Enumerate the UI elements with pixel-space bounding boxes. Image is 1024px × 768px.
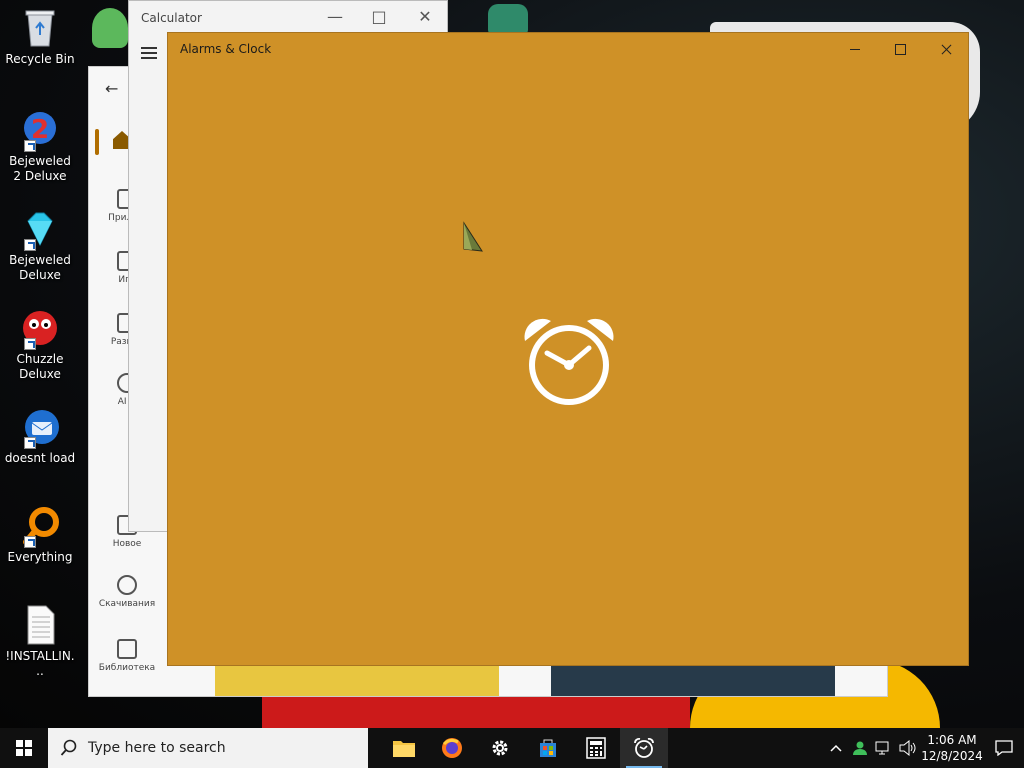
- calculator-icon: [586, 737, 606, 759]
- calculator-title: Calculator: [141, 11, 202, 25]
- recycle-bin-icon: [18, 6, 62, 50]
- store-nav-label: Новое: [112, 539, 142, 549]
- desktop-icon-label: Bejeweled Deluxe: [9, 253, 71, 282]
- taskbar-alarms-clock[interactable]: [620, 728, 668, 768]
- store-nav-label: Скачивания: [98, 599, 156, 609]
- bejeweled-2-icon: 2: [18, 108, 62, 152]
- desktop-art-character: [488, 4, 528, 34]
- desktop-icon-recycle-bin[interactable]: Recycle Bin: [4, 6, 76, 67]
- file-explorer-icon: [393, 741, 415, 757]
- speaker-icon: [899, 740, 916, 756]
- show-hidden-icons-button[interactable]: [824, 728, 848, 768]
- desktop-icon-label: Chuzzle Deluxe: [16, 352, 64, 381]
- desktop-icon-installing[interactable]: !INSTALLIN...: [4, 603, 76, 679]
- search-icon: [60, 739, 77, 756]
- desktop-icon-bejeweled-2[interactable]: 2 Bejeweled 2 Deluxe: [4, 108, 76, 184]
- taskbar-calculator[interactable]: [572, 728, 620, 768]
- taskbar: Type here to search 1:06 AM 12/8/2024: [0, 728, 1024, 768]
- store-nav-selected-indicator: [95, 129, 99, 155]
- volume-button[interactable]: [896, 728, 920, 768]
- desktop-icon-label: Bejeweled 2 Deluxe: [9, 154, 71, 183]
- calculator-close-button[interactable]: ✕: [405, 7, 445, 26]
- taskbar-file-explorer[interactable]: [380, 728, 428, 768]
- everything-search-icon: [18, 504, 62, 548]
- shortcut-arrow-icon: [24, 239, 36, 251]
- bejeweled-gem-icon: [18, 207, 62, 251]
- desktop-icon-label: Everything: [7, 550, 73, 564]
- taskbar-settings[interactable]: [476, 728, 524, 768]
- desktop-icon-everything[interactable]: Everything: [4, 504, 76, 565]
- desktop-icon-bejeweled[interactable]: Bejeweled Deluxe: [4, 207, 76, 283]
- hamburger-menu-icon[interactable]: [141, 47, 157, 59]
- tray-user-app-button[interactable]: [848, 728, 872, 768]
- alarms-clock-icon: [634, 738, 654, 758]
- search-placeholder: Type here to search: [88, 740, 226, 756]
- store-banner-right: [551, 664, 835, 696]
- alarms-clock-window: Alarms & Clock: [167, 32, 969, 666]
- custom-cursor-icon: [460, 221, 486, 259]
- chuzzle-icon: [18, 306, 62, 350]
- alarm-clock-splash-icon: [521, 315, 617, 415]
- desktop-icon-chuzzle[interactable]: Chuzzle Deluxe: [4, 306, 76, 382]
- shortcut-arrow-icon: [24, 140, 36, 152]
- shortcut-arrow-icon: [24, 437, 36, 449]
- desktop: Recycle Bin 2 Bejeweled 2 Deluxe Bejewel…: [0, 0, 1024, 728]
- search-box[interactable]: Type here to search: [48, 728, 368, 768]
- system-tray: 1:06 AM 12/8/2024: [824, 728, 1024, 768]
- shortcut-arrow-icon: [24, 338, 36, 350]
- taskbar-clock[interactable]: 1:06 AM 12/8/2024: [920, 732, 984, 764]
- start-button[interactable]: [0, 728, 48, 768]
- store-banner-left: [215, 664, 499, 696]
- store-nav-downloads[interactable]: Скачивания: [89, 575, 165, 609]
- close-button[interactable]: [923, 33, 969, 65]
- text-file-icon: [18, 603, 62, 647]
- notification-icon: [995, 740, 1013, 756]
- library-icon: [117, 639, 137, 659]
- user-tray-icon: [853, 741, 867, 755]
- chevron-up-icon: [830, 744, 842, 752]
- clock-date: 12/8/2024: [921, 749, 983, 763]
- microsoft-store-icon: [540, 739, 556, 757]
- desktop-icon-label: doesnt load: [4, 451, 76, 465]
- network-icon: [875, 741, 889, 755]
- store-nav-library[interactable]: Библиотека: [89, 639, 165, 673]
- back-arrow-icon[interactable]: ←: [105, 79, 118, 98]
- desktop-icon-label: Recycle Bin: [5, 52, 75, 66]
- download-cloud-icon: [117, 575, 137, 595]
- clock-time: 1:06 AM: [927, 733, 977, 747]
- calculator-minimize-button[interactable]: —: [315, 7, 355, 26]
- network-button[interactable]: [872, 728, 896, 768]
- desktop-art-wide-icon: [92, 8, 128, 48]
- maximize-button[interactable]: [877, 33, 923, 65]
- taskbar-firefox[interactable]: [428, 728, 476, 768]
- minimize-button[interactable]: [832, 33, 878, 65]
- thunderbird-icon: [18, 405, 62, 449]
- windows-logo-icon: [16, 740, 32, 756]
- desktop-icon-doesnt-load[interactable]: doesnt load: [4, 405, 76, 466]
- calculator-maximize-button[interactable]: □: [359, 7, 399, 26]
- action-center-button[interactable]: [984, 728, 1024, 768]
- shortcut-arrow-icon: [24, 536, 36, 548]
- desktop-icon-label: !INSTALLIN...: [5, 649, 75, 678]
- window-title: Alarms & Clock: [180, 42, 272, 56]
- firefox-icon: [442, 738, 462, 758]
- settings-icon: [492, 740, 508, 756]
- store-nav-label: Библиотека: [98, 663, 156, 673]
- taskbar-microsoft-store[interactable]: [524, 728, 572, 768]
